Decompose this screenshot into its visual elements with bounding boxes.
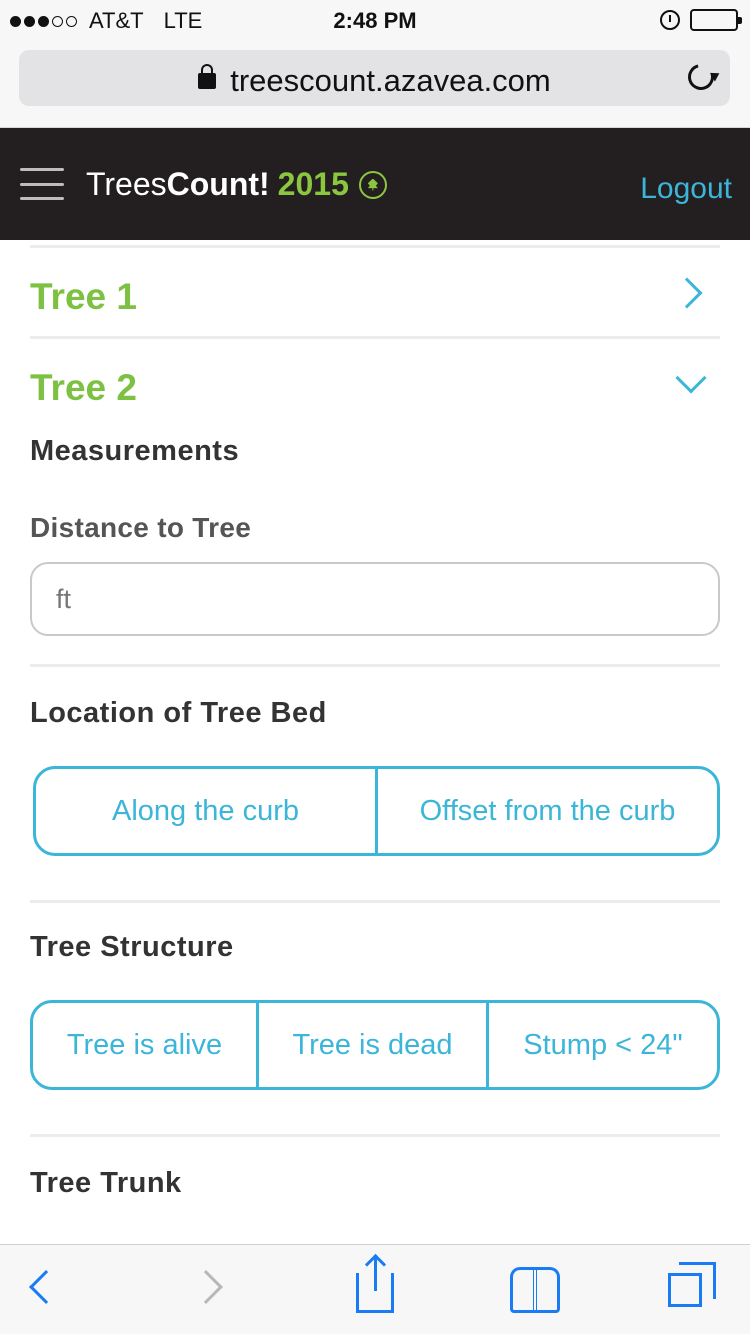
app-header: Trees Count! 2015 Logout bbox=[0, 128, 750, 240]
along-curb-option[interactable]: Along the curb bbox=[36, 769, 378, 853]
brand-name-light: Trees bbox=[86, 166, 167, 202]
status-bar: AT&T LTE 2:48 PM bbox=[0, 0, 750, 40]
battery-icon bbox=[690, 9, 742, 31]
tree-structure-heading: Tree Structure bbox=[30, 931, 234, 963]
tree-2-header[interactable]: Tree 2 bbox=[30, 339, 720, 427]
browser-toolbar bbox=[0, 1244, 750, 1334]
distance-label: Distance to Tree bbox=[30, 512, 252, 543]
address-bar[interactable]: treescount.azavea.com bbox=[19, 50, 730, 106]
chevron-right-icon[interactable] bbox=[671, 277, 703, 309]
tree-trunk-heading: Tree Trunk bbox=[30, 1167, 182, 1199]
forward-icon[interactable] bbox=[189, 1270, 223, 1304]
tree-structure-selector: Tree is alive Tree is dead Stump < 24" bbox=[30, 1000, 720, 1090]
tree-alive-option[interactable]: Tree is alive bbox=[33, 1003, 259, 1087]
browser-address-area: treescount.azavea.com bbox=[0, 40, 750, 128]
offset-curb-option[interactable]: Offset from the curb bbox=[378, 769, 717, 853]
brand-name-bold: Count! bbox=[166, 166, 270, 202]
tree-2-title: Tree 2 bbox=[30, 367, 137, 408]
divider bbox=[30, 900, 720, 903]
share-icon[interactable] bbox=[356, 1257, 394, 1313]
back-icon[interactable] bbox=[29, 1270, 63, 1304]
divider bbox=[30, 664, 720, 667]
divider bbox=[30, 1134, 720, 1137]
distance-input[interactable] bbox=[30, 562, 720, 636]
url-text: treescount.azavea.com bbox=[230, 63, 551, 98]
lock-icon bbox=[198, 63, 217, 89]
brand-logo[interactable]: Trees Count! 2015 bbox=[86, 166, 387, 203]
logout-link[interactable]: Logout bbox=[640, 172, 732, 206]
url-display[interactable]: treescount.azavea.com bbox=[19, 63, 730, 99]
status-time: 2:48 PM bbox=[333, 8, 417, 33]
bookmarks-icon[interactable] bbox=[510, 1267, 560, 1313]
tree-bed-selector: Along the curb Offset from the curb bbox=[33, 766, 720, 856]
tree-1-header[interactable]: Tree 1 bbox=[30, 248, 720, 336]
status-icons bbox=[660, 9, 742, 31]
tree-dead-option[interactable]: Tree is dead bbox=[259, 1003, 489, 1087]
leaf-icon bbox=[358, 170, 387, 199]
measurements-heading: Measurements bbox=[30, 435, 240, 467]
brand-year: 2015 bbox=[277, 166, 349, 202]
hamburger-menu-icon[interactable] bbox=[20, 168, 64, 200]
tabs-icon[interactable] bbox=[668, 1262, 716, 1307]
chevron-down-icon[interactable] bbox=[675, 362, 707, 394]
tree-1-title: Tree 1 bbox=[30, 276, 137, 317]
tree-bed-heading: Location of Tree Bed bbox=[30, 697, 327, 729]
alarm-icon bbox=[660, 10, 680, 30]
stump-option[interactable]: Stump < 24" bbox=[489, 1003, 717, 1087]
main-content: Tree 1 Tree 2 Measurements Distance to T… bbox=[30, 240, 720, 1200]
